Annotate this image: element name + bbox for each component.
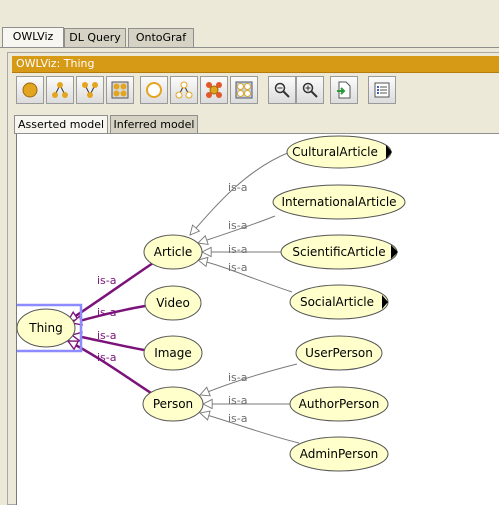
node-user-person-label: UserPerson <box>305 346 373 360</box>
edge-label-article: is-a <box>97 274 117 287</box>
node-person[interactable]: Person <box>142 386 204 422</box>
node-author-person-label: AuthorPerson <box>299 397 380 411</box>
show-subclasses-button[interactable] <box>46 76 74 104</box>
hide-superclasses-button[interactable] <box>200 76 228 104</box>
hide-all-classes-button[interactable] <box>230 76 258 104</box>
tab-asserted-model[interactable]: Asserted model <box>14 115 108 133</box>
node-video[interactable]: Video <box>144 285 202 321</box>
node-admin-person[interactable]: AdminPerson <box>289 436 389 472</box>
hide-class-button[interactable] <box>140 76 168 104</box>
show-superclasses-icon <box>82 82 98 98</box>
edge-label-social: is-a <box>228 261 248 274</box>
class-hierarchy-graph: is-a is-a is-a is-a is-a is-a is-a is-a … <box>17 135 406 472</box>
show-subclasses-icon <box>52 82 68 98</box>
node-image-label: Image <box>154 346 192 360</box>
tab-dl-query[interactable]: DL Query <box>64 28 126 47</box>
node-user-person[interactable]: UserPerson <box>295 335 383 371</box>
node-thing-label: Thing <box>28 321 63 335</box>
edge-label-cultural: is-a <box>228 181 248 194</box>
zoom-in-icon <box>302 82 318 98</box>
graph-nodes: Thing Article Video Image Person Cultura… <box>17 135 406 472</box>
export-icon <box>337 81 351 99</box>
zoom-out-button[interactable] <box>268 76 296 104</box>
hide-subclasses-icon <box>175 81 193 99</box>
node-international-article[interactable]: InternationalArticle <box>272 184 406 220</box>
hide-all-classes-icon <box>235 81 253 99</box>
edge-label-scientific: is-a <box>228 243 248 256</box>
panel-title: OWLViz: Thing <box>12 56 499 72</box>
edge-label-userperson: is-a <box>228 371 248 384</box>
edge-admin-person <box>200 413 300 444</box>
node-image[interactable]: Image <box>143 335 203 371</box>
node-person-label: Person <box>153 397 193 411</box>
edge-label-image: is-a <box>97 329 117 342</box>
edge-label-video: is-a <box>97 306 117 319</box>
graph-canvas[interactable]: is-a is-a is-a is-a is-a is-a is-a is-a … <box>16 134 499 505</box>
edge-user-person <box>200 363 298 395</box>
node-article-label: Article <box>154 245 193 259</box>
hide-subclasses-button[interactable] <box>170 76 198 104</box>
node-admin-person-label: AdminPerson <box>300 447 379 461</box>
hide-class-icon <box>146 82 162 98</box>
tabbar-divider <box>0 47 499 48</box>
node-international-article-label: InternationalArticle <box>281 195 396 209</box>
show-class-button[interactable] <box>16 76 44 104</box>
window-top-strip <box>0 0 499 28</box>
export-button[interactable] <box>330 76 358 104</box>
edge-label-international: is-a <box>228 219 248 232</box>
edge-label-adminperson: is-a <box>228 412 248 425</box>
edge-label-authorperson: is-a <box>228 394 248 407</box>
show-superclasses-button[interactable] <box>76 76 104 104</box>
node-social-article[interactable]: SocialArticle <box>289 284 389 320</box>
node-cultural-article-label: CulturalArticle <box>292 145 378 159</box>
node-social-article-label: SocialArticle <box>300 295 374 309</box>
show-all-classes-icon <box>111 81 129 99</box>
node-video-label: Video <box>156 296 190 310</box>
zoom-out-icon <box>274 82 290 98</box>
node-scientific-article-label: ScientificArticle <box>292 245 385 259</box>
node-scientific-article[interactable]: ScientificArticle <box>280 234 398 270</box>
zoom-in-button[interactable] <box>296 76 324 104</box>
show-all-classes-button[interactable] <box>106 76 134 104</box>
view-tabbar: OWLViz DL Query OntoGraf <box>0 27 499 48</box>
options-icon <box>374 82 390 98</box>
hide-superclasses-icon <box>206 82 222 98</box>
panel-title-divider <box>12 72 499 73</box>
node-article[interactable]: Article <box>143 234 203 270</box>
tab-ontograf[interactable]: OntoGraf <box>128 28 194 47</box>
edge-label-person: is-a <box>97 351 117 364</box>
node-cultural-article[interactable]: CulturalArticle <box>286 135 392 169</box>
tab-inferred-model[interactable]: Inferred model <box>110 115 198 133</box>
node-author-person[interactable]: AuthorPerson <box>289 386 389 422</box>
show-class-icon <box>22 82 38 98</box>
tab-owlviz[interactable]: OWLViz <box>2 27 64 48</box>
node-thing[interactable]: Thing <box>17 308 76 348</box>
options-button[interactable] <box>368 76 396 104</box>
